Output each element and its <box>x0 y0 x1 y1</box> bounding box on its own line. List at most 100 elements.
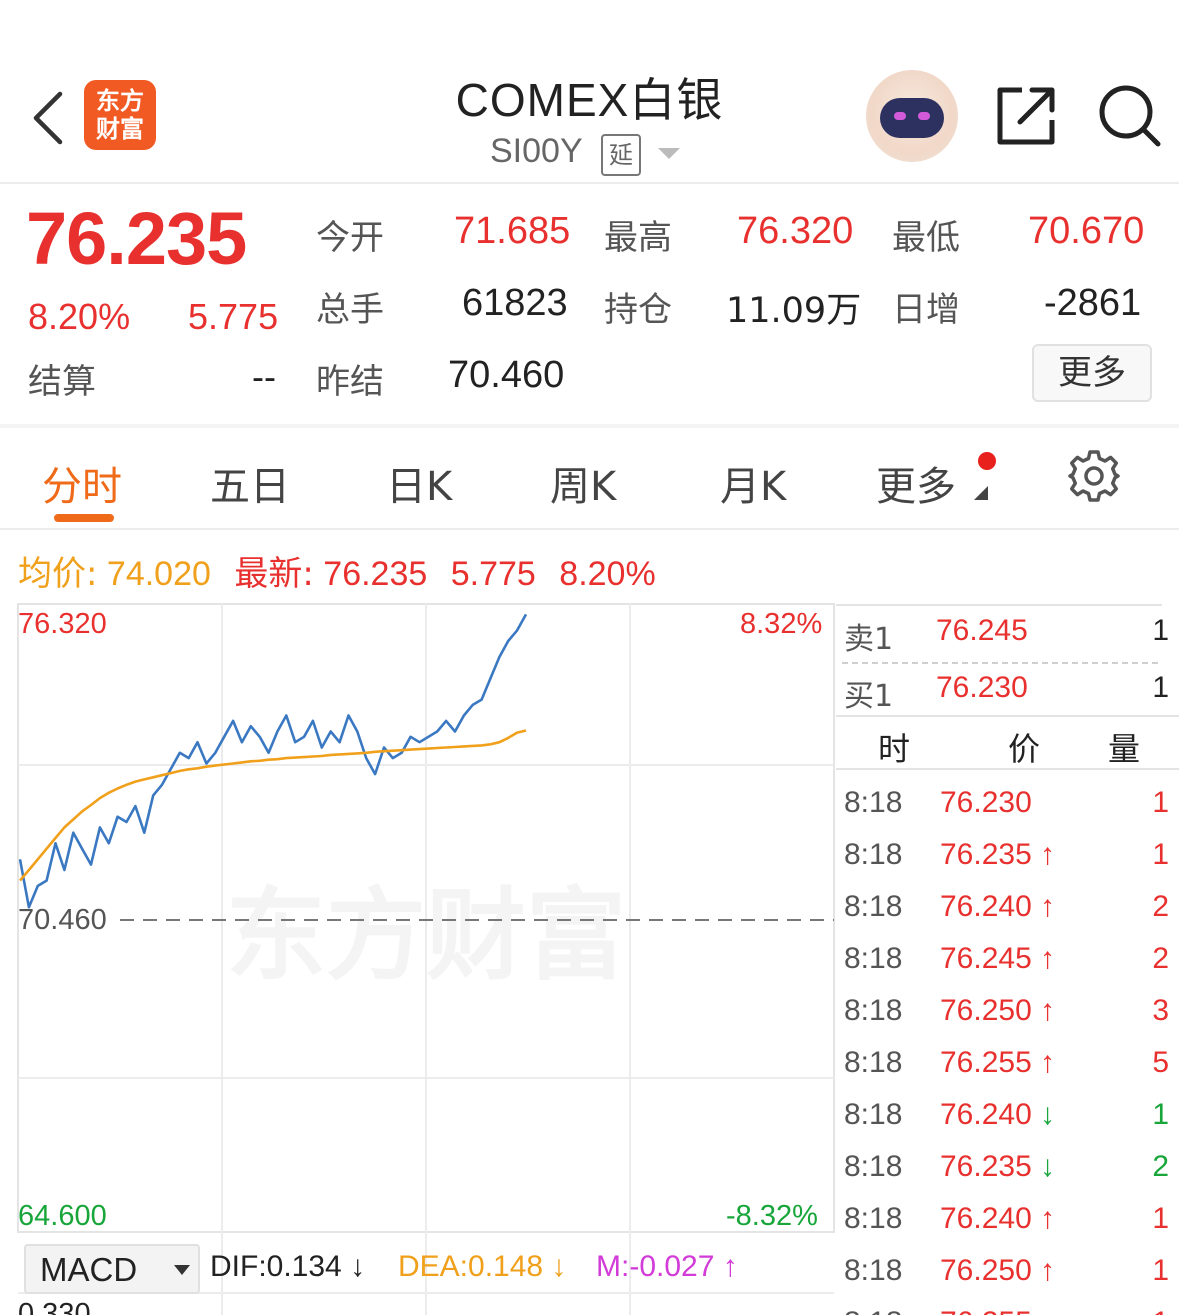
trade-arrow-icon: ↓ <box>1040 1098 1055 1131</box>
indicator-select[interactable]: MACD <box>24 1244 200 1294</box>
trade-qty: 1 <box>1152 838 1169 871</box>
macd-dif: DIF:0.134 ↓ <box>210 1250 366 1283</box>
header-time: 时 <box>878 730 911 768</box>
active-tab-indicator <box>54 514 114 522</box>
trades-header-border <box>836 768 1179 770</box>
tab-intraday[interactable]: 分时 <box>42 454 122 512</box>
y-axis-bottom-label: 64.600 <box>18 1200 107 1232</box>
trade-row: 8:18 76.250 ↑ 3 <box>836 986 1179 1038</box>
delay-badge: 延 <box>601 134 641 176</box>
trade-qty: 2 <box>1152 942 1169 975</box>
trade-row: 8:18 76.240 ↓ 1 <box>836 1090 1179 1142</box>
trade-time: 8:18 <box>844 942 903 975</box>
trade-arrow-icon: ↑ <box>1040 890 1055 923</box>
trade-qty: 2 <box>1152 1150 1169 1183</box>
tab-daily-k[interactable]: 日K <box>386 454 452 512</box>
trade-time: 8:18 <box>844 1202 903 1235</box>
gear-icon[interactable] <box>1066 448 1122 504</box>
trade-qty: 1 <box>1152 1254 1169 1287</box>
high-label: 最高 <box>604 218 672 258</box>
last-price: 76.235 <box>26 197 247 280</box>
buy-row[interactable]: 买1 76.230 1 <box>836 663 1179 715</box>
trade-qty: 1 <box>1152 1306 1169 1315</box>
avg-price-label: 均价: <box>18 554 98 594</box>
trade-time: 8:18 <box>844 1306 902 1315</box>
quote-panel: 76.235 8.20% 5.775 结算 -- 今开 71.685 总手 61… <box>0 186 1179 426</box>
instrument-code: SI00Y <box>490 132 583 170</box>
trade-price: 76.240 <box>940 1098 1032 1131</box>
low-value: 70.670 <box>1028 210 1145 252</box>
prev-settle-label: 昨结 <box>316 362 384 402</box>
volume-label: 总手 <box>316 290 384 330</box>
open-value: 71.685 <box>454 210 571 252</box>
trade-time: 8:18 <box>844 838 903 871</box>
buy-label: 买1 <box>844 679 894 714</box>
prev-settle-value: 70.460 <box>448 354 565 396</box>
chart-watermark: 东方财富 <box>226 877 626 994</box>
trade-row: 8:18 76.230 1 <box>836 778 1179 830</box>
change-amount: 5.775 <box>188 296 279 337</box>
low-label: 最低 <box>892 218 960 258</box>
avg-price-value: 74.020 <box>106 555 211 593</box>
intraday-chart[interactable]: 东方财富 <box>0 600 836 1315</box>
header-price: 价 <box>1008 730 1041 768</box>
open-label: 今开 <box>316 218 384 258</box>
share-icon[interactable] <box>996 86 1056 146</box>
ai-assistant-avatar[interactable] <box>866 70 958 162</box>
open-interest-value: 11.09万 <box>726 291 862 331</box>
trade-row: 8:18 76.245 ↑ 2 <box>836 934 1179 986</box>
trade-arrow-icon: ↑ <box>1040 1046 1055 1079</box>
trade-price: 76.255 <box>940 1046 1032 1079</box>
trade-time: 8:18 <box>844 994 903 1027</box>
chevron-down-icon <box>174 1265 190 1275</box>
settle-label: 结算 <box>28 362 96 402</box>
y-axis-mid-label: 70.460 <box>18 904 107 936</box>
tab-weekly-k[interactable]: 周K <box>550 454 616 512</box>
trade-row: 8:18 76.240 ↑ 2 <box>836 882 1179 934</box>
search-icon[interactable] <box>1098 84 1162 148</box>
trade-row: 8:18 76.250 ↑ 1 <box>836 1246 1179 1298</box>
trade-row: 8:18 76.235 ↓ 2 <box>836 1142 1179 1194</box>
top-bar: 东方 财富 COMEX白银 SI00Y 延 <box>0 0 1179 184</box>
trade-arrow-icon: ↓ <box>1040 1150 1055 1183</box>
trade-price: 76.255 <box>940 1306 1032 1315</box>
buy-price: 76.230 <box>936 671 1028 704</box>
chart-period-tabs: 分时 五日 日K 周K 月K 更多 <box>0 428 1179 530</box>
volume-value: 61823 <box>462 282 568 324</box>
indicator-select-label: MACD <box>40 1251 138 1288</box>
macd-m: M:-0.027 ↑ <box>596 1250 738 1283</box>
trade-price: 76.240 <box>940 1202 1032 1235</box>
trade-time: 8:18 <box>844 1254 903 1287</box>
tab-monthly-k[interactable]: 月K <box>720 454 786 512</box>
daily-increase-value: -2861 <box>1044 282 1142 324</box>
tab-more[interactable]: 更多 <box>876 454 956 512</box>
trade-time: 8:18 <box>844 786 903 819</box>
daily-increase-label: 日增 <box>892 290 960 330</box>
trade-qty: 3 <box>1152 994 1169 1027</box>
settle-value: -- <box>252 356 276 397</box>
macd-axis-label: 0.330 <box>18 1298 91 1315</box>
tab-five-day[interactable]: 五日 <box>210 454 290 512</box>
trade-arrow-icon: ↑ <box>1040 1202 1055 1235</box>
chart-info-line: 均价: 74.020 最新: 76.235 5.775 8.20% <box>18 546 656 595</box>
sell-label: 卖1 <box>844 622 894 657</box>
trade-row: 8:18 76.235 ↑ 1 <box>836 830 1179 882</box>
latest-change-pct: 8.20% <box>559 555 656 593</box>
trade-time: 8:18 <box>844 1150 903 1183</box>
buy-qty: 1 <box>1152 671 1169 704</box>
open-interest-label: 持仓 <box>604 290 672 330</box>
latest-label: 最新: <box>234 554 314 594</box>
trade-qty: 1 <box>1152 1098 1169 1131</box>
high-value: 76.320 <box>737 210 854 252</box>
pct-axis-top-label: 8.32% <box>740 608 823 640</box>
sell-price: 76.245 <box>936 614 1028 647</box>
trade-price: 76.235 <box>940 838 1032 871</box>
chevron-down-icon[interactable] <box>658 148 680 159</box>
latest-price: 76.235 <box>323 555 428 593</box>
trade-row: 8:18 76.255 ↑ 1 <box>836 1298 1179 1315</box>
sell-row[interactable]: 卖1 76.245 1 <box>836 606 1179 658</box>
trade-price: 76.250 <box>940 994 1032 1027</box>
more-details-button[interactable]: 更多 <box>1032 344 1152 402</box>
trade-price: 76.240 <box>940 890 1032 923</box>
trade-arrow-icon: ↑ <box>1040 1306 1055 1315</box>
